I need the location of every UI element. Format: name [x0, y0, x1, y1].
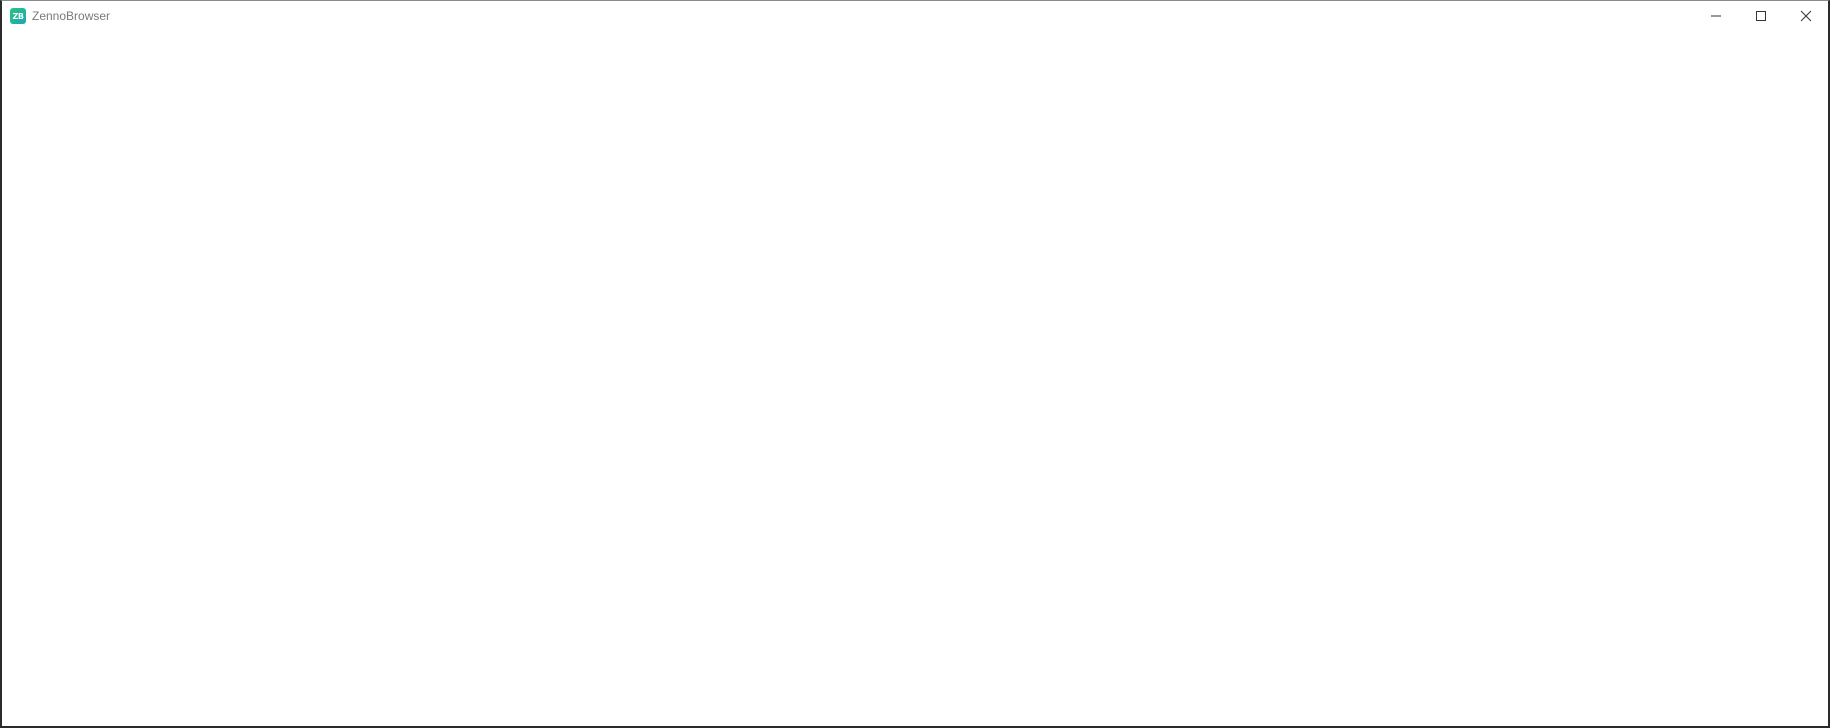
maximize-button[interactable]	[1738, 1, 1783, 31]
close-icon	[1800, 10, 1811, 22]
window-controls	[1693, 1, 1828, 31]
window-title: ZennoBrowser	[32, 9, 111, 23]
minimize-icon	[1710, 15, 1721, 17]
close-button[interactable]	[1783, 1, 1828, 31]
maximize-icon	[1755, 11, 1766, 21]
minimize-button[interactable]	[1693, 1, 1738, 31]
title-bar[interactable]: ZB ZennoBrowser	[2, 1, 1828, 31]
app-window: ZB ZennoBrowser	[0, 0, 1830, 728]
browser-content-area[interactable]	[2, 31, 1828, 726]
zennobrowser-logo-icon: ZB	[10, 8, 26, 24]
